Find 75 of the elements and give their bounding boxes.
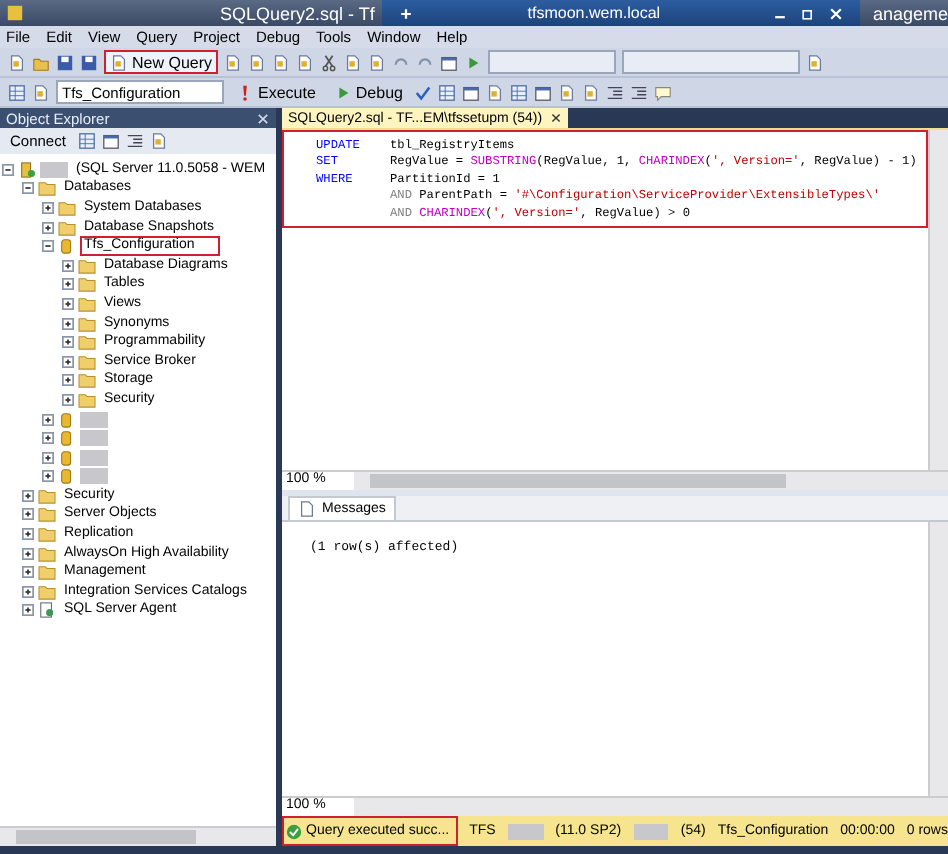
redacted-text bbox=[633, 823, 669, 839]
expand-toggle-icon[interactable] bbox=[22, 566, 34, 579]
window-icon[interactable] bbox=[101, 132, 120, 150]
expand-toggle-icon[interactable] bbox=[42, 432, 54, 445]
code-editor[interactable] bbox=[282, 130, 928, 228]
expand-toggle-icon[interactable] bbox=[62, 259, 74, 272]
save-icon[interactable] bbox=[56, 53, 74, 71]
expand-toggle-icon[interactable] bbox=[62, 393, 74, 406]
close-icon[interactable] bbox=[550, 112, 563, 124]
pin-icon[interactable] bbox=[398, 5, 415, 21]
expand-toggle-icon[interactable] bbox=[22, 489, 34, 502]
expand-toggle-icon[interactable] bbox=[22, 182, 34, 195]
expand-toggle-icon[interactable] bbox=[42, 413, 54, 426]
expand-toggle-icon[interactable] bbox=[22, 508, 34, 521]
comment-icon[interactable] bbox=[654, 83, 673, 101]
play-icon bbox=[333, 83, 352, 101]
document-icon bbox=[110, 53, 128, 71]
grid-icon[interactable] bbox=[8, 83, 26, 101]
window-title: anageme bbox=[872, 3, 948, 23]
indent-icon[interactable] bbox=[606, 83, 625, 101]
grid-icon[interactable] bbox=[510, 83, 529, 101]
expand-toggle-icon[interactable] bbox=[62, 355, 74, 368]
grid-icon[interactable] bbox=[77, 132, 96, 150]
indent-icon[interactable] bbox=[630, 83, 649, 101]
document-icon[interactable] bbox=[248, 53, 267, 71]
expand-toggle-icon[interactable] bbox=[42, 240, 54, 253]
restore-icon[interactable] bbox=[800, 5, 817, 21]
document-icon[interactable] bbox=[582, 83, 601, 101]
scrollbar[interactable] bbox=[354, 798, 948, 816]
scrollbar[interactable] bbox=[928, 522, 948, 796]
window-icon[interactable] bbox=[462, 83, 481, 101]
document-icon[interactable] bbox=[806, 53, 825, 71]
expand-toggle-icon[interactable] bbox=[42, 470, 54, 483]
document-icon[interactable] bbox=[224, 53, 243, 71]
redacted-text bbox=[507, 823, 544, 839]
document-icon[interactable] bbox=[486, 83, 505, 101]
expand-toggle-icon[interactable] bbox=[62, 336, 74, 349]
window-icon[interactable] bbox=[440, 53, 459, 71]
expand-toggle-icon[interactable] bbox=[22, 585, 34, 598]
success-icon bbox=[286, 823, 302, 839]
expand-toggle-icon[interactable] bbox=[2, 163, 14, 176]
expand-toggle-icon[interactable] bbox=[42, 201, 54, 214]
server-icon bbox=[18, 161, 36, 178]
debug-button[interactable]: Debug bbox=[327, 80, 409, 104]
remote-host: tfsmoon.wem.local bbox=[525, 4, 663, 22]
app-icon bbox=[6, 4, 24, 22]
document-icon bbox=[298, 500, 316, 518]
database-icon bbox=[58, 238, 76, 255]
expand-toggle-icon[interactable] bbox=[22, 604, 34, 617]
window-icon[interactable] bbox=[534, 83, 553, 101]
scrollbar[interactable] bbox=[0, 826, 276, 846]
grid-icon[interactable] bbox=[438, 83, 457, 101]
expand-toggle-icon[interactable] bbox=[22, 528, 34, 541]
expand-toggle-icon[interactable] bbox=[22, 547, 34, 560]
scrollbar[interactable] bbox=[354, 472, 948, 490]
expand-toggle-icon[interactable] bbox=[42, 221, 54, 234]
document-icon[interactable] bbox=[32, 83, 50, 101]
check-icon[interactable] bbox=[414, 83, 433, 101]
scrollbar[interactable] bbox=[928, 130, 948, 470]
cut-icon[interactable] bbox=[320, 53, 339, 71]
indent-icon[interactable] bbox=[125, 132, 144, 150]
save-all-icon[interactable] bbox=[80, 53, 98, 71]
expand-toggle-icon[interactable] bbox=[62, 317, 74, 330]
expand-toggle-icon[interactable] bbox=[62, 278, 74, 291]
expand-toggle-icon[interactable] bbox=[62, 374, 74, 387]
execute-button[interactable]: Execute bbox=[230, 80, 322, 104]
document-icon[interactable] bbox=[296, 53, 315, 71]
agent-icon bbox=[38, 602, 56, 619]
document-icon[interactable] bbox=[272, 53, 291, 71]
expand-toggle-icon[interactable] bbox=[62, 297, 74, 310]
document-icon[interactable] bbox=[149, 132, 168, 150]
document-icon[interactable] bbox=[558, 83, 577, 101]
window-title: SQLQuery2.sql - Tf bbox=[220, 3, 375, 23]
expand-toggle-icon[interactable] bbox=[42, 451, 54, 464]
new-query-button[interactable]: New Query bbox=[104, 50, 219, 74]
